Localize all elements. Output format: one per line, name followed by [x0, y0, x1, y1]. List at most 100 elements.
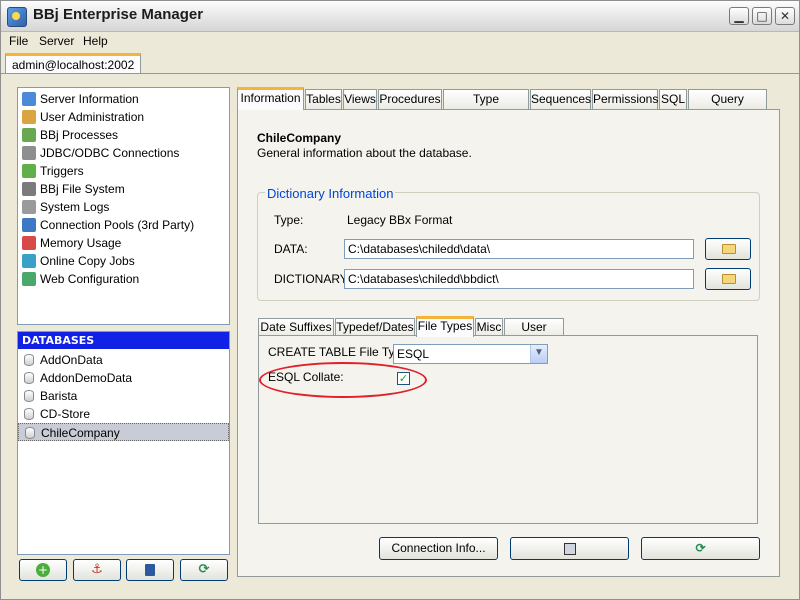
database-item-label: AddOnData: [40, 353, 103, 367]
database-toolbar: + ⚓ ⟳: [17, 559, 230, 583]
copy-jobs-icon: [22, 254, 36, 268]
menu-server[interactable]: Server: [39, 34, 74, 48]
save-icon: [563, 543, 576, 555]
anchor-icon: ⚓: [91, 562, 103, 577]
create-table-file-type-select[interactable]: ESQL ▼: [393, 344, 548, 364]
database-icon: [24, 354, 34, 366]
database-icon: [24, 408, 34, 420]
tab-query-analysis[interactable]: Query Analysis: [688, 89, 767, 125]
database-item[interactable]: AddOnData: [18, 351, 229, 369]
web-config-icon: [22, 272, 36, 286]
refresh-button[interactable]: ⟳: [641, 537, 760, 560]
minimize-button[interactable]: ▁: [729, 7, 749, 25]
nav-item-label: JDBC/ODBC Connections: [40, 146, 180, 160]
database-item[interactable]: ChileCompany: [18, 423, 229, 441]
tab-type-definitions[interactable]: Type Definitions: [443, 89, 529, 125]
nav-item-label: Triggers: [40, 164, 84, 178]
menu-bar: File Server Help: [1, 32, 799, 50]
server-info-icon: [22, 92, 36, 106]
database-list: DATABASES AddOnData AddonDemoData Barista C…: [17, 331, 230, 555]
subtab-misc[interactable]: Misc: [475, 318, 503, 336]
add-database-button[interactable]: +: [19, 559, 67, 581]
sub-tabs: Date Suffixes Typedef/Dates File Types Misc…: [258, 316, 758, 351]
menu-file[interactable]: File: [9, 34, 28, 48]
app-icon: [7, 7, 27, 27]
anchor-button[interactable]: ⚓: [73, 559, 121, 581]
app-window: BBj Enterprise Manager ▁ □ ✕ File Server…: [0, 0, 800, 600]
nav-item-label: Online Copy Jobs: [40, 254, 135, 268]
nav-item[interactable]: System Logs: [20, 198, 225, 216]
nav-item-label: System Logs: [40, 200, 110, 214]
browse-dictionary-button[interactable]: [705, 268, 751, 290]
dictionary-path-field[interactable]: C:\databases\chiledd\bbdict\: [344, 269, 694, 289]
tab-permissions[interactable]: Permissions: [592, 89, 658, 109]
main-tabs: InformationTablesViewsProceduresType Def…: [237, 87, 780, 125]
nav-item[interactable]: BBj Processes: [20, 126, 225, 144]
tab-sequences[interactable]: Sequences: [530, 89, 591, 109]
database-item[interactable]: Barista: [18, 387, 229, 405]
delete-database-button[interactable]: [126, 559, 174, 581]
maximize-button[interactable]: □: [752, 7, 772, 25]
nav-item[interactable]: Online Copy Jobs: [20, 252, 225, 270]
tab-sql[interactable]: SQL: [659, 89, 687, 109]
save-button[interactable]: [510, 537, 629, 560]
nav-item[interactable]: Connection Pools (3rd Party): [20, 216, 225, 234]
logs-icon: [22, 200, 36, 214]
users-icon: [22, 110, 36, 124]
processes-icon: [22, 128, 36, 142]
subtab-date-suffixes[interactable]: Date Suffixes: [258, 318, 334, 336]
refresh-databases-button[interactable]: ⟳: [180, 559, 228, 581]
database-item-label: CD-Store: [40, 407, 91, 421]
nav-item[interactable]: BBj File System: [20, 180, 225, 198]
folder-icon: [722, 244, 736, 254]
add-icon: +: [36, 563, 50, 577]
database-item-label: ChileCompany: [41, 426, 120, 440]
menu-help[interactable]: Help: [83, 34, 108, 48]
database-item-label: AddonDemoData: [40, 371, 133, 385]
memory-icon: [22, 236, 36, 250]
nav-item[interactable]: Memory Usage: [20, 234, 225, 252]
database-item[interactable]: AddonDemoData: [18, 369, 229, 387]
browse-data-button[interactable]: [705, 238, 751, 260]
nav-item[interactable]: Web Configuration: [20, 270, 225, 288]
title-bar[interactable]: BBj Enterprise Manager ▁ □ ✕: [1, 1, 799, 32]
data-path-field[interactable]: C:\databases\chiledd\data\: [344, 239, 694, 259]
nav-item-label: BBj File System: [40, 182, 125, 196]
database-item-label: Barista: [40, 389, 78, 403]
selected-file-type: ESQL: [397, 347, 430, 361]
connection-tab[interactable]: admin@localhost:2002: [5, 53, 142, 73]
nav-item-label: Memory Usage: [40, 236, 122, 250]
nav-item[interactable]: Triggers: [20, 162, 225, 180]
data-label: DATA:: [274, 242, 308, 256]
nav-item-label: Server Information: [40, 92, 139, 106]
connections-icon: [22, 146, 36, 160]
window-title: BBj Enterprise Manager: [33, 6, 204, 23]
refresh-icon: ⟳: [198, 562, 210, 577]
dictionary-group-title: Dictionary Information: [265, 186, 396, 201]
connection-tabs: admin@localhost:2002: [1, 51, 799, 74]
tab-procedures[interactable]: Procedures: [378, 89, 442, 109]
nav-item-label: User Administration: [40, 110, 145, 124]
nav-item-label: Web Configuration: [40, 272, 140, 286]
dictionary-label: DICTIONARY:: [274, 272, 351, 286]
chevron-down-icon[interactable]: ▼: [530, 345, 547, 363]
close-button[interactable]: ✕: [775, 7, 795, 25]
subtab-user-props[interactable]: User Props: [504, 318, 564, 351]
filesystem-icon: [22, 182, 36, 196]
database-icon: [25, 427, 35, 439]
refresh-icon: ⟳: [695, 541, 706, 555]
connection-info-button[interactable]: Connection Info...: [379, 537, 498, 560]
subtab-file-types[interactable]: File Types: [416, 316, 474, 337]
database-item[interactable]: CD-Store: [18, 405, 229, 423]
nav-item-label: BBj Processes: [40, 128, 119, 142]
tab-tables[interactable]: Tables: [305, 89, 342, 109]
tab-views[interactable]: Views: [343, 89, 377, 109]
trash-icon: [145, 564, 155, 576]
subtab-typedef-dates[interactable]: Typedef/Dates: [335, 318, 415, 336]
nav-item[interactable]: Server Information: [20, 90, 225, 108]
nav-item[interactable]: User Administration: [20, 108, 225, 126]
tab-information[interactable]: Information: [237, 87, 304, 110]
nav-item-label: Connection Pools (3rd Party): [40, 218, 195, 232]
nav-item[interactable]: JDBC/ODBC Connections: [20, 144, 225, 162]
databases-header: DATABASES: [18, 332, 229, 349]
